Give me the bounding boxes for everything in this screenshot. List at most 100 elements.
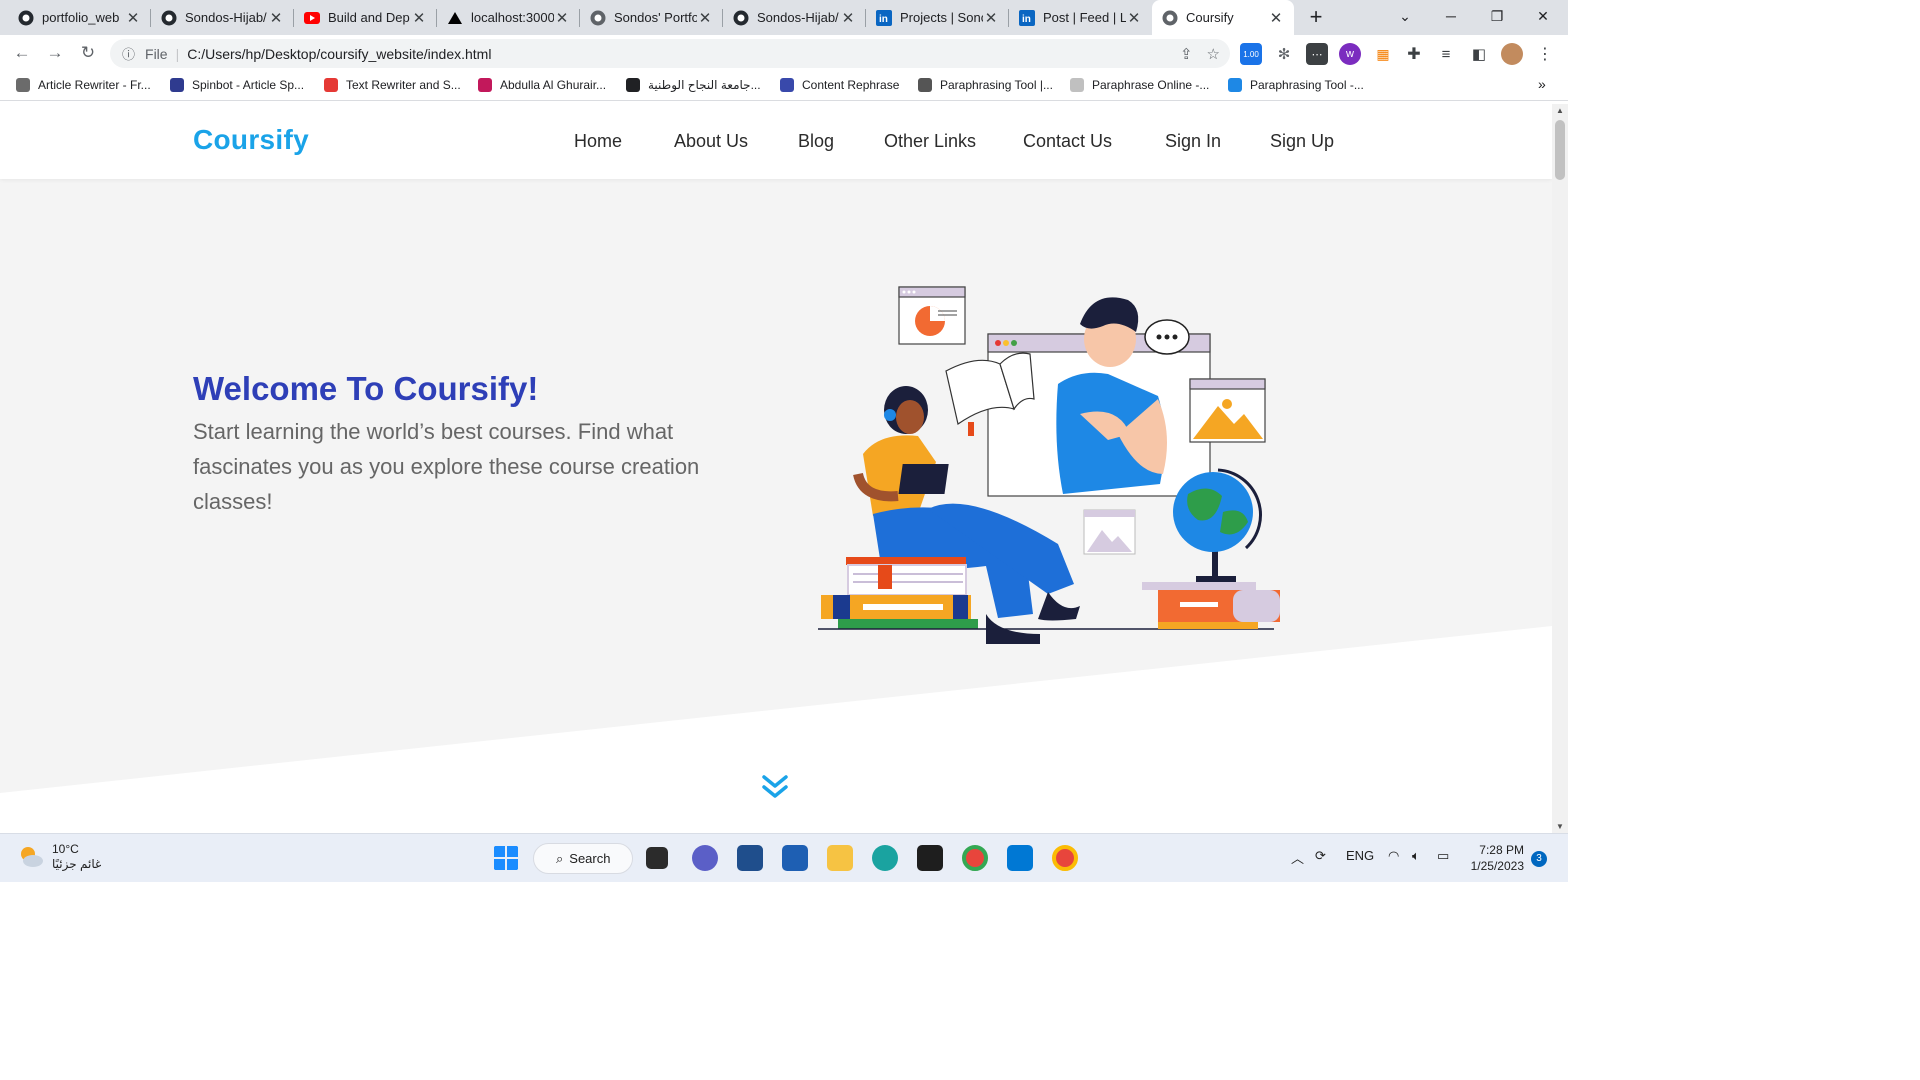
forward-button[interactable]: → (43, 41, 67, 65)
bookmark-item[interactable]: Content Rephrase (780, 78, 899, 92)
tab-title: Projects | Sonc (900, 10, 983, 25)
side-panel-icon[interactable]: ◧ (1468, 43, 1490, 65)
browser-tab[interactable]: localhost:3000 ✕ (437, 0, 580, 35)
figma-icon[interactable] (917, 845, 943, 871)
info-icon[interactable]: ⓘ (122, 44, 135, 63)
back-button[interactable]: ← (10, 41, 34, 65)
sync-icon[interactable]: ⟳ (1315, 848, 1326, 864)
minimize-button[interactable]: ─ (1428, 0, 1474, 32)
volume-icon[interactable]: 🔈︎ (1412, 848, 1420, 864)
teams-chat-icon[interactable] (692, 845, 718, 871)
taskbar-search-button[interactable]: ⌕ Search (533, 843, 633, 874)
close-tab-icon[interactable]: ✕ (983, 9, 999, 27)
scroll-down-chevron-icon[interactable] (760, 772, 790, 802)
browser-tab[interactable]: in Post | Feed | Li ✕ (1009, 0, 1152, 35)
bookmark-item[interactable]: جامعة النجاح الوطنية... (626, 78, 761, 92)
tab-search-button[interactable]: ⌄ (1382, 0, 1428, 32)
extensions-puzzle-icon[interactable]: ✚ (1403, 43, 1425, 65)
whiteboard-icon[interactable] (782, 845, 808, 871)
browser-tab[interactable]: in Projects | Sonc ✕ (866, 0, 1009, 35)
nav-about-us[interactable]: About Us (674, 131, 748, 152)
tab-title: Post | Feed | Li (1043, 10, 1126, 25)
battery-icon[interactable]: ▭ (1437, 848, 1449, 864)
bookmark-item[interactable]: Spinbot - Article Sp... (170, 78, 304, 92)
share-icon[interactable]: ⇪ (1180, 45, 1193, 63)
notification-badge[interactable]: 3 (1531, 851, 1547, 867)
bookmark-favicon-icon (1228, 78, 1242, 92)
new-tab-button[interactable]: + (1304, 5, 1328, 29)
chart-window-icon (898, 286, 966, 345)
system-clock[interactable]: 7:28 PM 1/25/2023 (1466, 842, 1524, 874)
nav-sign-in[interactable]: Sign In (1165, 131, 1221, 152)
browser-tab[interactable]: Sondos-Hijab/✕ (151, 0, 294, 35)
close-tab-icon[interactable]: ✕ (554, 9, 570, 27)
windows-start-icon[interactable] (493, 845, 519, 871)
edge-browser-icon[interactable] (872, 845, 898, 871)
nav-blog[interactable]: Blog (798, 131, 834, 152)
nav-sign-up[interactable]: Sign Up (1270, 131, 1334, 152)
clock-time: 7:28 PM (1479, 843, 1524, 857)
language-indicator[interactable]: ENG (1346, 848, 1374, 863)
url-text[interactable]: C:/Users/hp/Desktop/coursify_website/ind… (187, 46, 491, 62)
close-tab-icon[interactable]: ✕ (697, 9, 713, 27)
profile-avatar[interactable] (1501, 43, 1523, 65)
maximize-button[interactable]: ❐ (1474, 0, 1520, 32)
bookmark-favicon-icon (478, 78, 492, 92)
weather-widget[interactable]: 10°C غائم جزئيًا (18, 842, 101, 872)
clock-date: 1/25/2023 (1470, 859, 1524, 873)
bookmark-item[interactable]: Paraphrasing Tool |... (918, 78, 1053, 92)
bookmark-star-icon[interactable]: ☆ (1207, 45, 1220, 63)
show-hidden-icons-chevron-icon[interactable]: ︿ (1291, 848, 1304, 867)
scroll-up-arrow-icon[interactable]: ▲ (1552, 106, 1568, 115)
nav-home[interactable]: Home (574, 131, 622, 152)
tab-title: Sondos-Hijab/ (185, 10, 267, 25)
partly-cloudy-icon (21, 847, 43, 867)
nav-contact-us[interactable]: Contact Us (1023, 131, 1112, 152)
tab-title: Sondos' Portfo (614, 10, 697, 25)
chrome-icon[interactable] (962, 845, 988, 871)
menu-kebab-icon[interactable]: ⋮ (1534, 43, 1556, 65)
task-view-icon[interactable] (646, 847, 668, 869)
bookmark-item[interactable]: Abdulla Al Ghurair... (478, 78, 606, 92)
file-explorer-icon[interactable] (827, 845, 853, 871)
browser-tab[interactable]: Sondos-Hijab/✕ (723, 0, 866, 35)
browser-tab[interactable]: Sondos' Portfo ✕ (580, 0, 723, 35)
chrome-profile-icon[interactable] (1052, 845, 1078, 871)
close-tab-icon[interactable]: ✕ (268, 9, 284, 27)
close-tab-icon[interactable]: ✕ (125, 9, 141, 27)
browser-tab[interactable]: portfolio_web ✕ (8, 0, 151, 35)
close-tab-icon[interactable]: ✕ (840, 9, 856, 27)
bookmark-item[interactable]: Article Rewriter - Fr... (16, 78, 151, 92)
nav-other-links[interactable]: Other Links (884, 131, 976, 152)
scroll-down-arrow-icon[interactable]: ▼ (1552, 822, 1568, 831)
site-logo[interactable]: Coursify (193, 124, 309, 156)
extension-counter-icon[interactable]: 1.00 (1240, 43, 1262, 65)
close-tab-icon[interactable]: ✕ (1268, 9, 1284, 27)
bookmark-item[interactable]: Text Rewriter and S... (324, 78, 461, 92)
extension-w-icon[interactable]: w (1339, 43, 1361, 65)
media-queue-icon[interactable]: ≡ (1435, 43, 1457, 65)
bookmarks-overflow-button[interactable]: » (1538, 76, 1546, 92)
bookmark-item[interactable]: Paraphrase Online -... (1070, 78, 1209, 92)
wifi-icon[interactable]: ◠ (1388, 848, 1399, 864)
vscode-icon[interactable] (1007, 845, 1033, 871)
browser-tab[interactable]: Build and Dep ✕ (294, 0, 437, 35)
bookmark-item[interactable]: Paraphrasing Tool -... (1228, 78, 1364, 92)
extension-grid-icon[interactable]: ▦ (1372, 43, 1394, 65)
bookmarks-bar: Article Rewriter - Fr... Spinbot - Articl… (0, 72, 1568, 101)
extension-dots-icon[interactable]: ⋯ (1306, 43, 1328, 65)
github-icon (18, 10, 34, 26)
close-window-button[interactable]: ✕ (1520, 0, 1566, 32)
close-tab-icon[interactable]: ✕ (1126, 9, 1142, 27)
tab-title: localhost:3000 (471, 10, 554, 25)
search-icon: ⌕ (556, 850, 564, 866)
reload-button[interactable]: ↻ (76, 41, 100, 65)
close-tab-icon[interactable]: ✕ (411, 9, 427, 27)
openai-extension-icon[interactable]: ✻ (1273, 43, 1295, 65)
scrollbar-thumb[interactable] (1555, 120, 1565, 180)
globe-icon (590, 10, 606, 26)
microsoft-store-icon[interactable] (737, 845, 763, 871)
page-scrollbar[interactable]: ▲ ▼ (1552, 104, 1568, 833)
browser-tab[interactable]: Coursify ✕ (1152, 0, 1294, 35)
address-bar[interactable]: ⓘ File | C:/Users/hp/Desktop/coursify_we… (110, 39, 1230, 68)
